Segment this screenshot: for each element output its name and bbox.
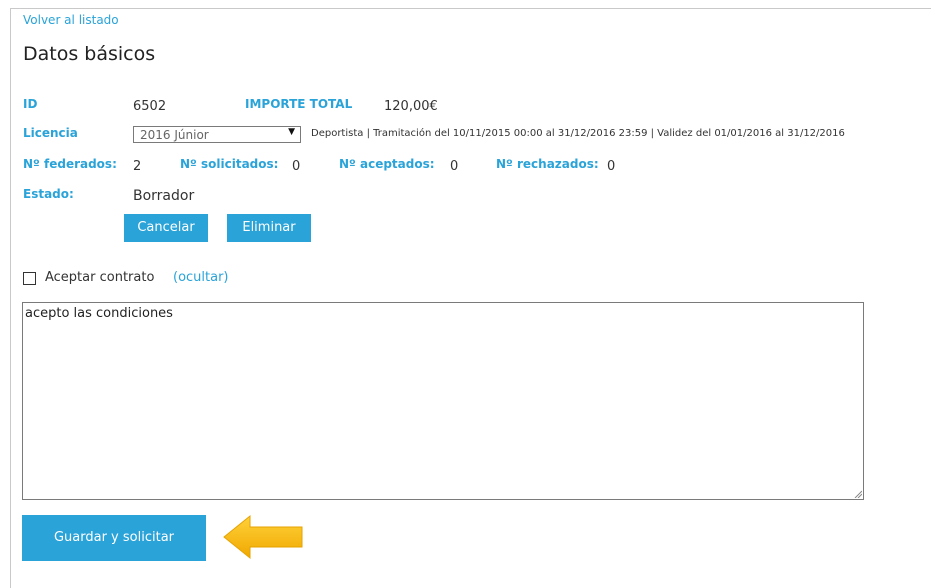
arrow-left-icon [223,514,303,560]
hide-contract-link[interactable]: (ocultar) [173,270,229,285]
solicitados-label: Nº solicitados: [180,157,279,171]
license-info: Deportista | Tramitación del 10/11/2015 … [311,128,845,139]
status-value: Borrador [133,188,195,204]
license-select-value: 2016 Júnior [140,128,209,142]
total-amount-value: 120,00€ [384,99,438,114]
license-label: Licencia [23,126,78,140]
chevron-down-icon: ▼ [288,127,295,137]
status-label: Estado: [23,187,74,201]
content-panel [10,8,931,588]
cancel-button[interactable]: Cancelar [124,214,208,242]
back-to-list-link[interactable]: Volver al listado [23,13,119,27]
contract-text: acepto las condiciones [25,306,173,321]
id-label: ID [23,97,38,111]
federados-label: Nº federados: [23,157,117,171]
accept-contract-checkbox[interactable] [23,272,36,285]
save-and-request-button[interactable]: Guardar y solicitar [22,515,206,561]
delete-button[interactable]: Eliminar [227,214,311,242]
page-title: Datos básicos [23,43,156,65]
rechazados-value: 0 [607,159,616,174]
contract-textarea[interactable]: acepto las condiciones [22,302,864,500]
total-amount-label: IMPORTE TOTAL [245,97,353,111]
resize-handle-icon[interactable] [854,490,862,498]
license-select[interactable]: 2016 Júnior ▼ [133,126,301,143]
id-value: 6502 [133,99,167,114]
rechazados-label: Nº rechazados: [496,157,599,171]
aceptados-value: 0 [450,159,459,174]
aceptados-label: Nº aceptados: [339,157,435,171]
federados-value: 2 [133,159,142,174]
accept-contract-label[interactable]: Aceptar contrato [45,270,154,285]
solicitados-value: 0 [292,159,301,174]
